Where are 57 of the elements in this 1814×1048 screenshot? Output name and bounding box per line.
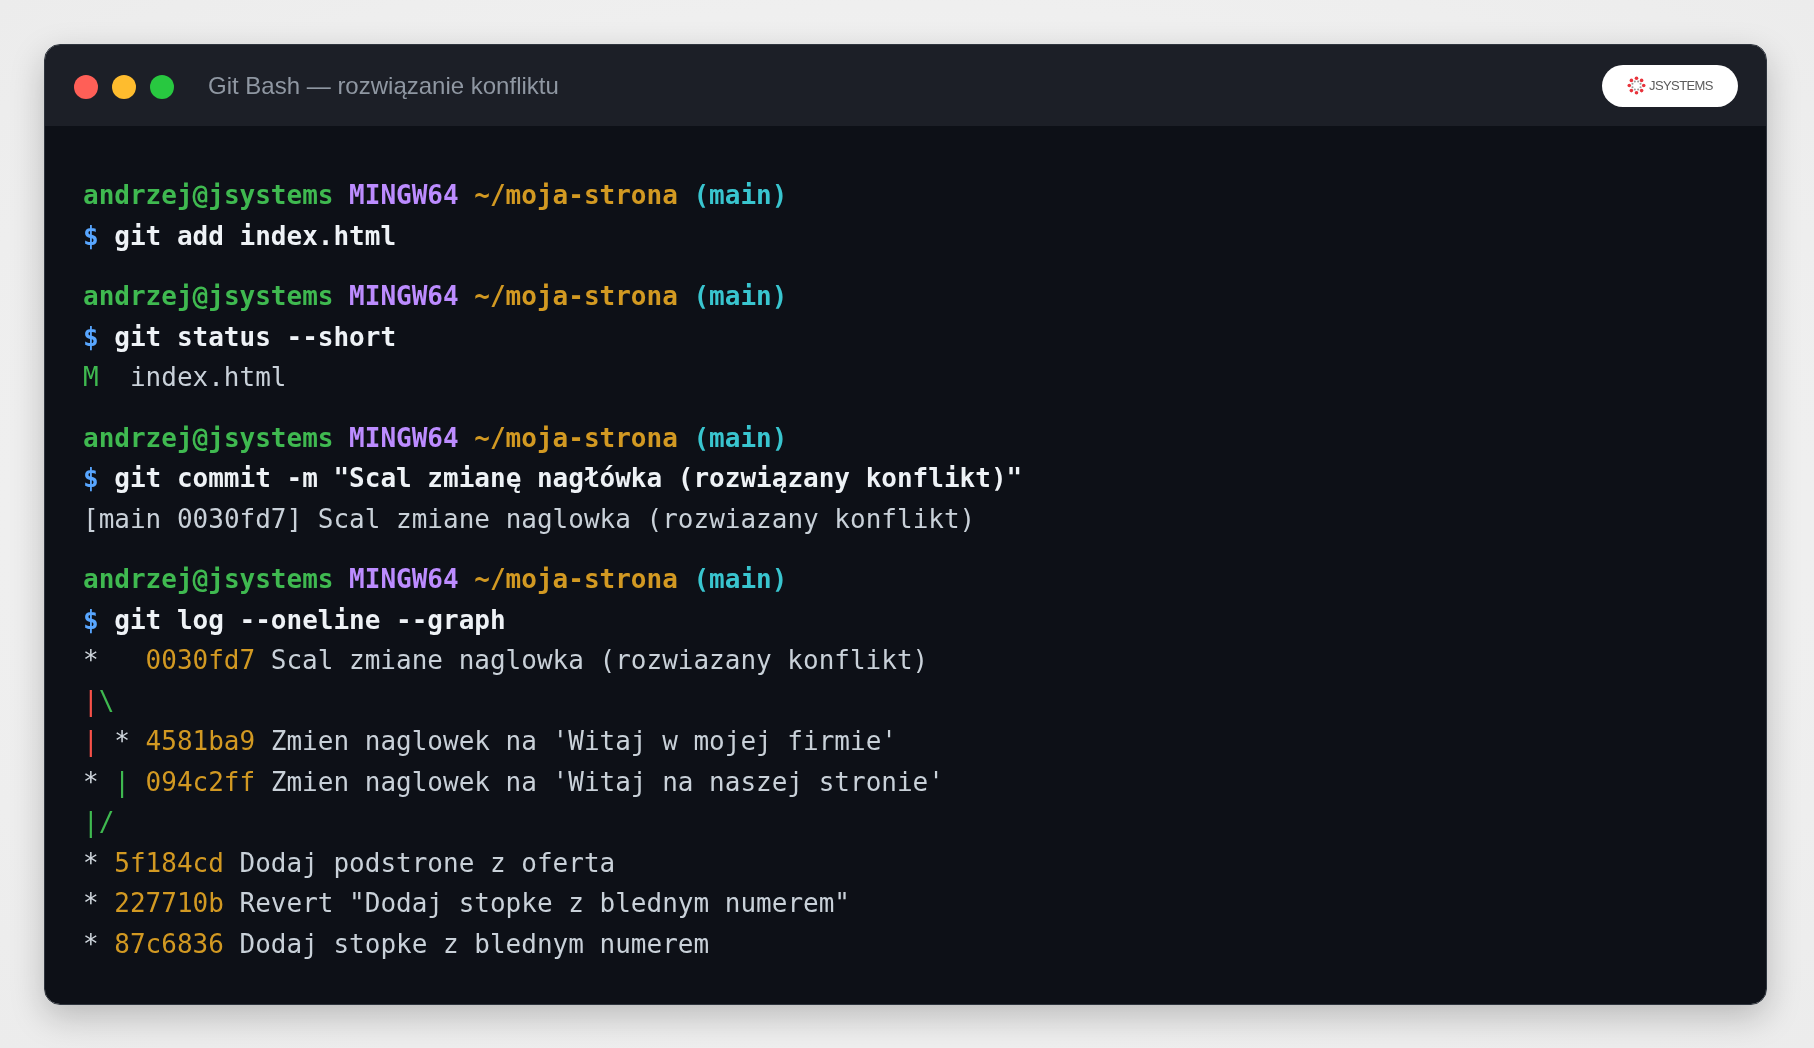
output-line: [main 0030fd7] Scal zmiane naglowka (rozwiazany konflikt) xyxy=(83,503,976,534)
prompt-system: MINGW64 xyxy=(349,281,459,311)
graph-mark: * xyxy=(83,888,99,918)
minimize-icon[interactable] xyxy=(112,75,136,99)
command-text: git add index.html xyxy=(114,220,397,251)
commit-message: Zmien naglowek na 'Witaj w mojej firmie' xyxy=(270,726,897,756)
graph-mark: \ xyxy=(98,685,115,716)
graph-mark: * xyxy=(83,847,99,878)
prompt-system: MINGW64 xyxy=(349,422,459,453)
commit-message: Dodaj podstrone z oferta xyxy=(239,847,616,878)
prompt-branch: (main) xyxy=(693,281,788,311)
prompt-user: andrzej@jsystems xyxy=(83,422,334,453)
graph-mark: * xyxy=(83,928,99,959)
prompt-system: MINGW64 xyxy=(349,564,459,594)
graph-mark: * xyxy=(83,766,99,797)
prompt-path: ~/moja-strona xyxy=(474,281,678,311)
prompt-branch: (main) xyxy=(693,564,788,594)
graph-mark: | xyxy=(83,726,99,756)
prompt-sign: $ xyxy=(83,220,99,251)
commit-hash: 227710b xyxy=(114,888,224,918)
prompt-branch: (main) xyxy=(693,422,788,453)
commit-message: Zmien naglowek na 'Witaj na naszej stronie' xyxy=(270,766,944,797)
graph-mark: / xyxy=(98,807,115,837)
commit-hash: 094c2ff xyxy=(145,766,256,797)
prompt-user: andrzej@jsystems xyxy=(83,180,334,210)
command-text: git log --oneline --graph xyxy=(114,604,506,635)
status-code: M xyxy=(83,362,99,392)
prompt-sign: $ xyxy=(83,604,99,635)
graph-mark: * xyxy=(83,645,99,675)
prompt-branch: (main) xyxy=(693,180,788,210)
prompt-user: andrzej@jsystems xyxy=(83,564,334,594)
prompt-sign: $ xyxy=(83,463,99,493)
commit-hash: 0030fd7 xyxy=(145,645,256,675)
commit-hash: 87c6836 xyxy=(114,928,224,959)
logo-icon xyxy=(1627,76,1647,95)
command-text: git commit -m "Scal zmianę nagłówka (rozwiązany konflikt)" xyxy=(114,463,1023,493)
commit-message: Dodaj stopke z blednym numerem xyxy=(239,928,710,959)
command-text: git status --short xyxy=(114,321,397,352)
prompt-path: ~/moja-strona xyxy=(474,422,678,453)
graph-mark: | xyxy=(83,685,99,716)
commit-message: Revert "Dodaj stopke z blednym numerem" xyxy=(239,888,850,918)
close-icon[interactable] xyxy=(74,75,98,99)
window-title: Git Bash — rozwiązanie konfliktu xyxy=(208,71,559,100)
prompt-path: ~/moja-strona xyxy=(474,564,678,594)
commit-hash: 4581ba9 xyxy=(145,726,256,756)
prompt-sign: $ xyxy=(83,321,99,352)
prompt-system: MINGW64 xyxy=(349,180,459,210)
maximize-icon[interactable] xyxy=(150,75,174,99)
prompt-user: andrzej@jsystems xyxy=(83,281,334,311)
logo-text: JSYSTEMS xyxy=(1649,78,1713,93)
graph-mark: | xyxy=(114,766,130,797)
graph-mark: | xyxy=(83,807,99,837)
prompt-path: ~/moja-strona xyxy=(474,180,678,210)
graph-mark: * xyxy=(114,726,130,756)
file-name: index.html xyxy=(129,362,287,392)
commit-message: Scal zmiane naglowka (rozwiazany konflikt) xyxy=(270,645,929,675)
commit-hash: 5f184cd xyxy=(114,847,224,878)
